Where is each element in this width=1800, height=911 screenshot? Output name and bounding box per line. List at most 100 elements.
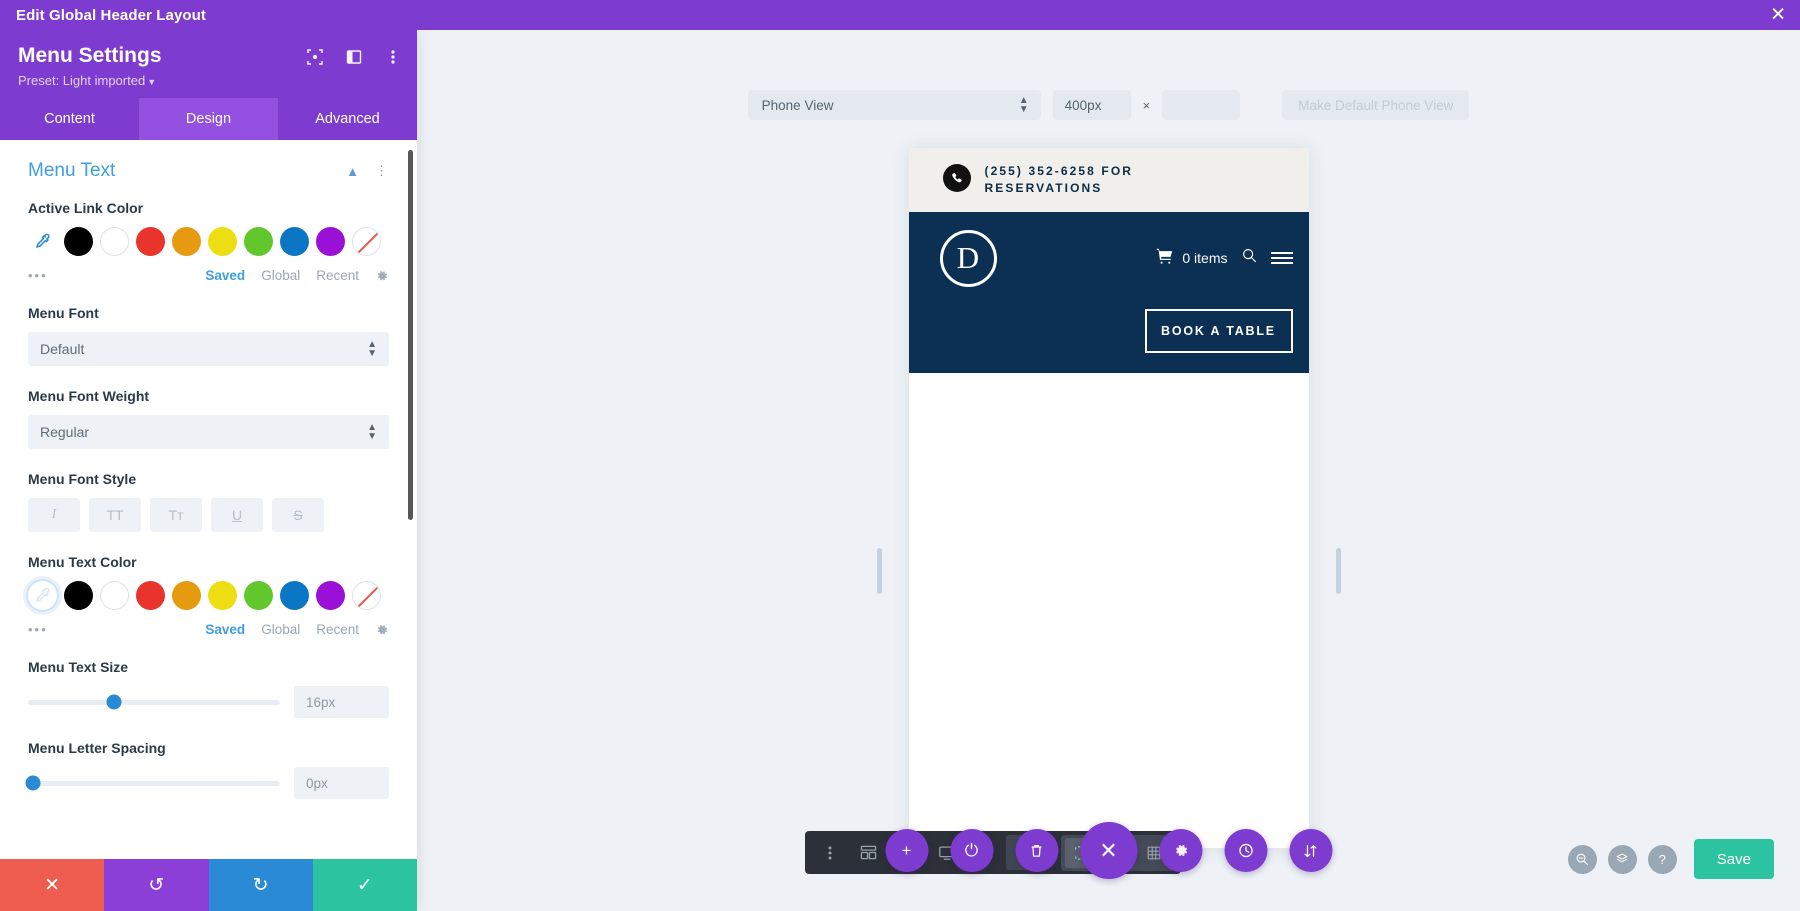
header-icons: 0 items — [1156, 247, 1292, 270]
meta-link-global[interactable]: Global — [261, 622, 300, 637]
swatch-meta-links: Saved Global Recent — [205, 268, 389, 283]
save-button[interactable]: ✓ — [313, 859, 417, 911]
slider-knob[interactable] — [106, 695, 121, 710]
swatch-none[interactable] — [352, 581, 381, 610]
underline-button[interactable]: U — [211, 498, 263, 532]
panel-header: Menu Settings Preset: Light imported▼ — [0, 30, 417, 98]
field-label: Menu Letter Spacing — [28, 740, 389, 756]
cart-button[interactable]: 0 items — [1156, 247, 1227, 270]
window-titlebar: Edit Global Header Layout ✕ — [0, 0, 1800, 30]
menu-font-weight-select[interactable]: Regular ▲▼ — [28, 415, 389, 449]
discard-button[interactable]: ✕ — [0, 859, 104, 911]
swatch-black[interactable] — [64, 227, 93, 256]
panel-preset[interactable]: Preset: Light imported▼ — [18, 73, 399, 88]
kebab-icon[interactable] — [811, 835, 848, 870]
swatch-orange[interactable] — [172, 227, 201, 256]
tab-design[interactable]: Design — [139, 98, 278, 140]
make-default-view-button[interactable]: Make Default Phone View — [1282, 90, 1469, 120]
swatch-blue[interactable] — [280, 581, 309, 610]
chevron-up-icon[interactable]: ▲ — [346, 164, 359, 179]
meta-link-recent[interactable]: Recent — [316, 622, 359, 637]
strikethrough-button[interactable]: S — [272, 498, 324, 532]
resize-handle-right[interactable] — [1336, 548, 1341, 594]
power-icon[interactable]: ⏻ — [950, 829, 993, 872]
swatch-yellow[interactable] — [208, 227, 237, 256]
uppercase-button[interactable]: TT — [89, 498, 141, 532]
more-options-icon[interactable]: ••• — [28, 268, 48, 283]
target-icon[interactable] — [306, 48, 323, 65]
tab-content[interactable]: Content — [0, 98, 139, 140]
menu-letter-spacing-value[interactable]: 0px — [294, 767, 389, 799]
close-icon[interactable]: ✕ — [1770, 6, 1786, 25]
hamburger-icon[interactable] — [1271, 252, 1293, 264]
meta-link-saved[interactable]: Saved — [205, 622, 245, 637]
more-options-icon[interactable]: ••• — [28, 622, 48, 637]
preview-height-input[interactable] — [1162, 90, 1240, 120]
zoom-icon[interactable] — [1568, 845, 1597, 874]
cta-wrapper: BOOK A TABLE — [925, 287, 1293, 353]
help-icon[interactable]: ? — [1648, 845, 1677, 874]
undo-button[interactable]: ↺ — [104, 859, 208, 911]
book-a-table-button[interactable]: BOOK A TABLE — [1145, 309, 1293, 353]
save-button[interactable]: Save — [1694, 839, 1774, 879]
field-menu-letter-spacing: Menu Letter Spacing 0px — [28, 740, 389, 799]
swatch-yellow[interactable] — [208, 581, 237, 610]
menu-font-select[interactable]: Default ▲▼ — [28, 332, 389, 366]
panel-tabs: Content Design Advanced — [0, 98, 417, 140]
preview-width-input[interactable]: 400px — [1053, 90, 1131, 120]
color-swatch-row — [28, 227, 389, 256]
layers-icon[interactable] — [1608, 845, 1637, 874]
resize-handle-left[interactable] — [877, 548, 882, 594]
history-icon[interactable] — [1224, 829, 1267, 872]
meta-link-recent[interactable]: Recent — [316, 268, 359, 283]
layout-icon[interactable] — [345, 48, 362, 65]
swatch-green[interactable] — [244, 581, 273, 610]
meta-link-global[interactable]: Global — [261, 268, 300, 283]
wireframe-icon[interactable] — [850, 835, 887, 870]
capitalize-button[interactable]: Tт — [150, 498, 202, 532]
eyedropper-icon[interactable] — [28, 581, 57, 610]
italic-button[interactable]: I — [28, 498, 80, 532]
menu-text-size-value[interactable]: 16px — [294, 686, 389, 718]
reservation-phone-text: (255) 352-6258 FOR RESERVATIONS — [985, 163, 1175, 198]
menu-font-value: Default — [40, 341, 84, 357]
panel-scrollbar[interactable] — [408, 140, 413, 859]
site-logo[interactable]: D — [940, 230, 997, 287]
slider-knob[interactable] — [26, 776, 41, 791]
meta-link-saved[interactable]: Saved — [205, 268, 245, 283]
field-active-link-color: Active Link Color — [28, 200, 389, 283]
field-menu-font-style: Menu Font Style I TT Tт U S — [28, 471, 389, 532]
settings-icon[interactable] — [1159, 829, 1202, 872]
kebab-icon[interactable] — [384, 48, 401, 65]
swatch-white[interactable] — [100, 227, 129, 256]
swatch-orange[interactable] — [172, 581, 201, 610]
gear-icon[interactable] — [375, 623, 389, 637]
swatch-blue[interactable] — [280, 227, 309, 256]
kebab-icon[interactable]: ⋮ — [375, 163, 389, 179]
scrollbar-thumb[interactable] — [408, 150, 413, 520]
view-mode-select[interactable]: Phone View ▲▼ — [748, 90, 1041, 120]
slider-row: 16px — [28, 686, 389, 718]
swatch-purple[interactable] — [316, 227, 345, 256]
redo-button[interactable]: ↻ — [209, 859, 313, 911]
swatch-red[interactable] — [136, 227, 165, 256]
swatch-white[interactable] — [100, 581, 129, 610]
eyedropper-icon[interactable] — [28, 227, 57, 256]
gear-icon[interactable] — [375, 269, 389, 283]
swatch-red[interactable] — [136, 581, 165, 610]
menu-letter-spacing-slider[interactable] — [28, 771, 280, 795]
menu-text-size-slider[interactable] — [28, 690, 280, 714]
tab-advanced[interactable]: Advanced — [278, 98, 417, 140]
swatch-black[interactable] — [64, 581, 93, 610]
trash-icon[interactable] — [1015, 829, 1058, 872]
add-icon[interactable]: + — [885, 829, 928, 872]
swatch-none[interactable] — [352, 227, 381, 256]
swatch-purple[interactable] — [316, 581, 345, 610]
sort-icon[interactable] — [1289, 829, 1332, 872]
section-menu-text-header: Menu Text ▲ ⋮ — [28, 160, 389, 182]
swatch-green[interactable] — [244, 227, 273, 256]
search-icon[interactable] — [1241, 247, 1258, 269]
swatch-meta-row: ••• Saved Global Recent — [28, 622, 389, 637]
close-icon[interactable]: ✕ — [1080, 822, 1137, 879]
panel-header-icons — [306, 48, 401, 65]
